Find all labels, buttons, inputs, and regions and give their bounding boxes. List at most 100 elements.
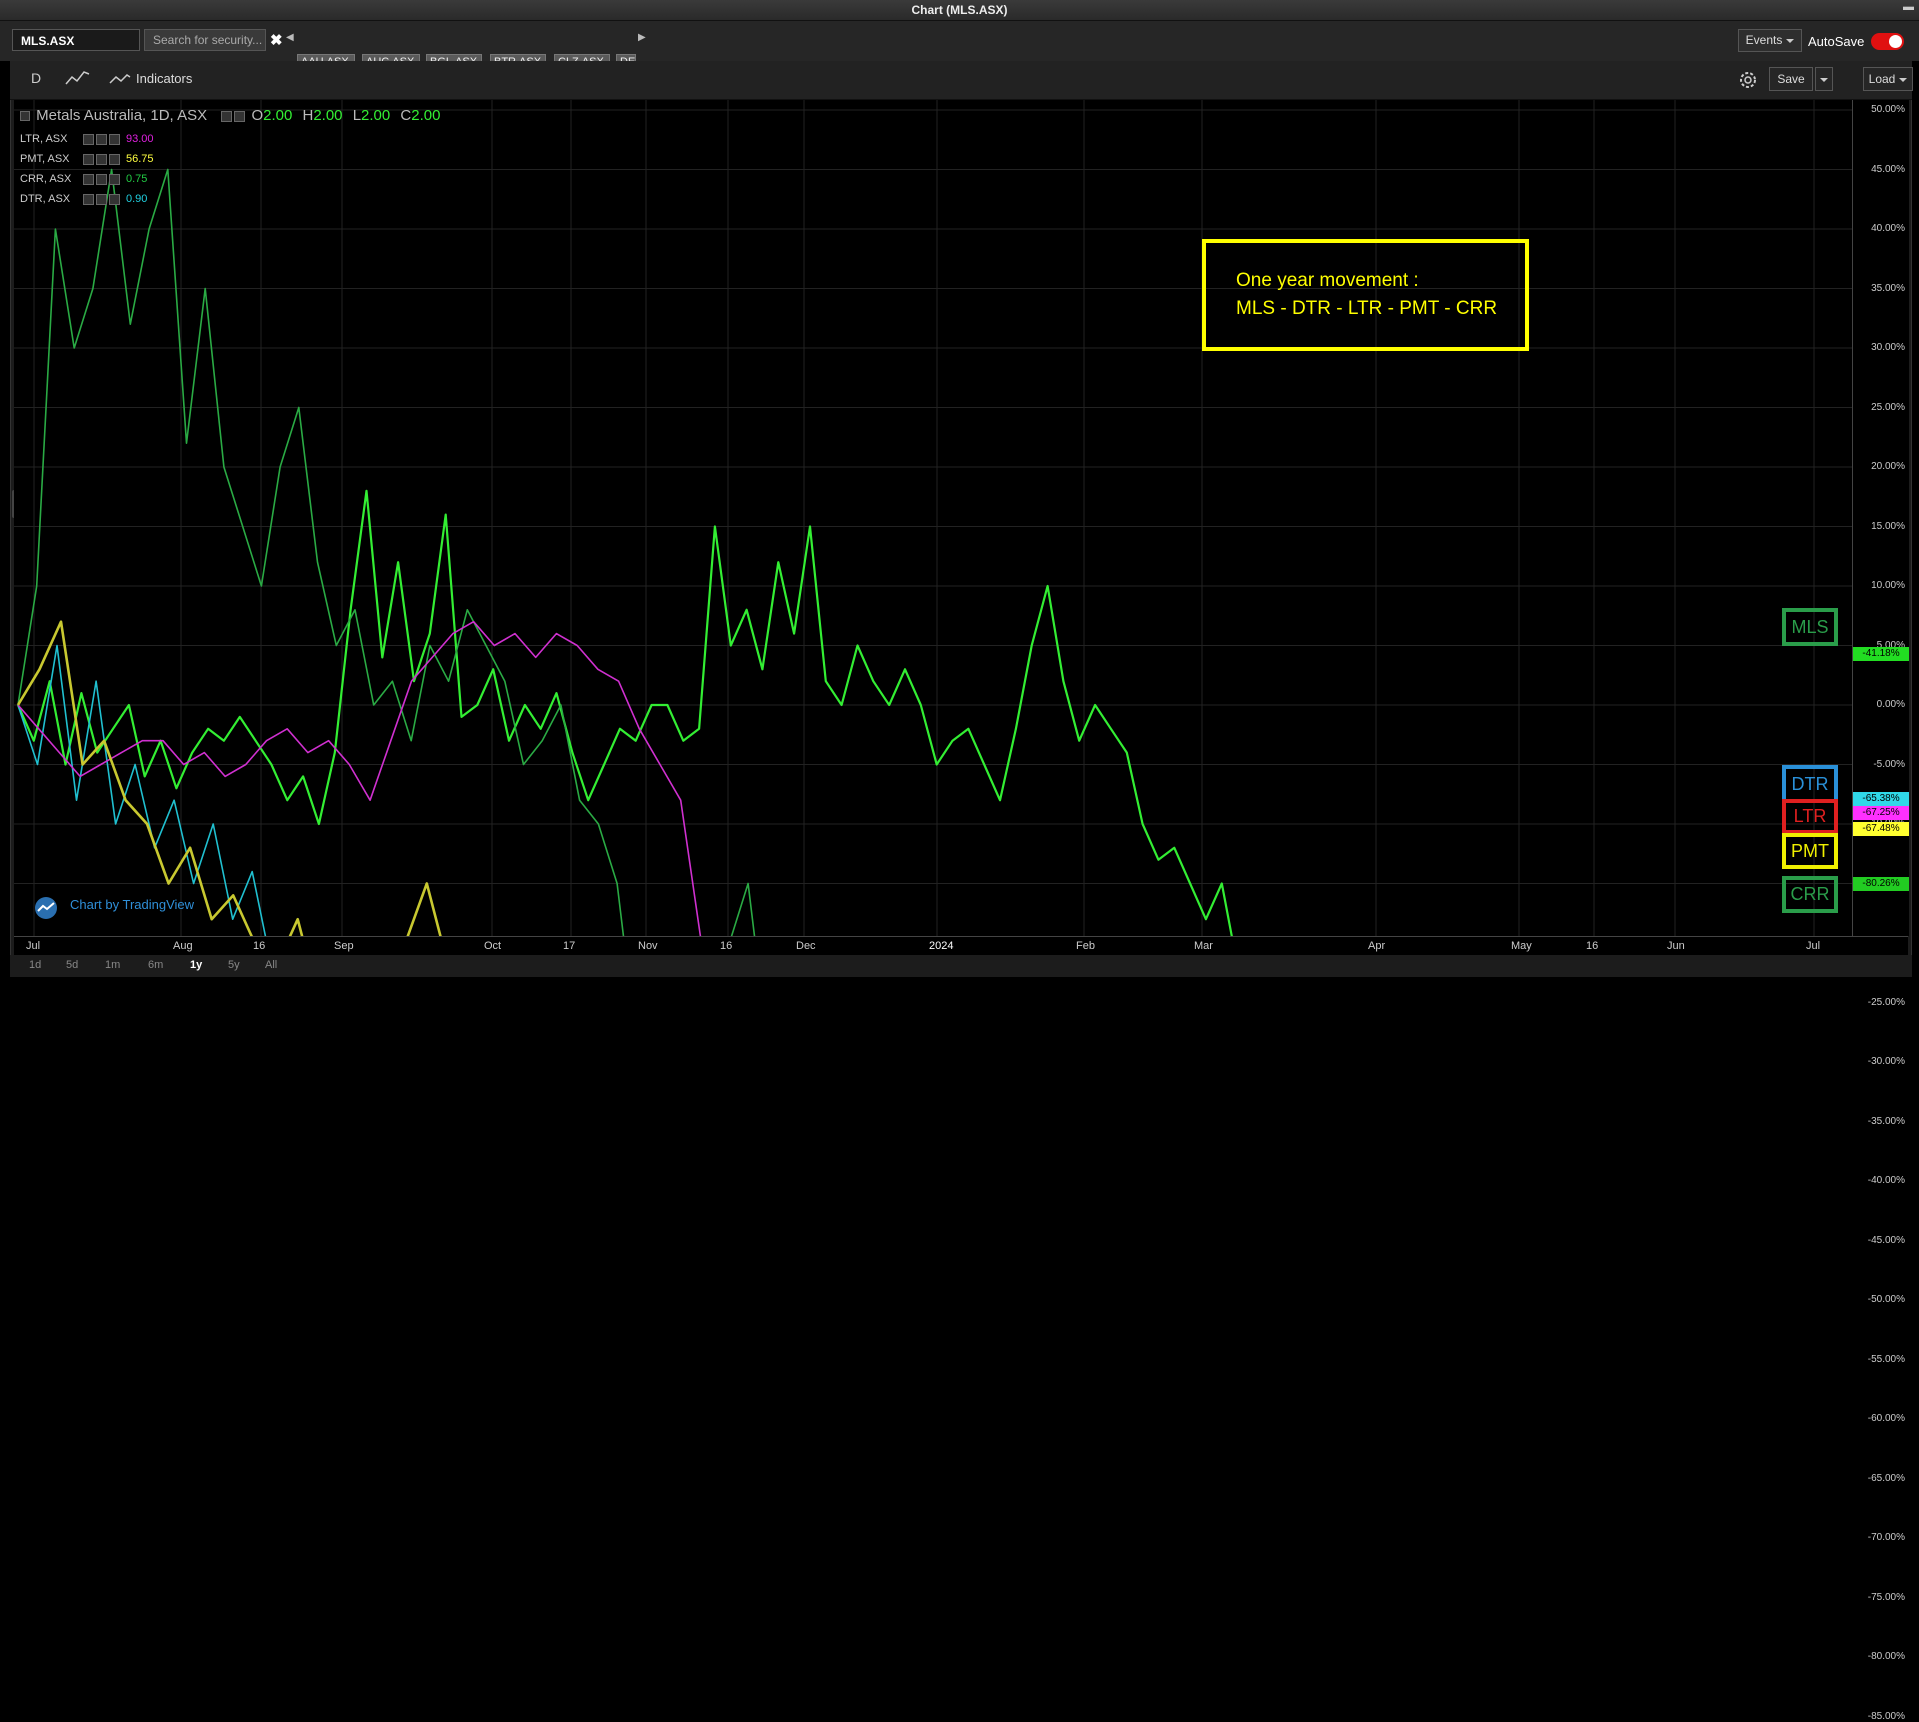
settings-icon[interactable] bbox=[96, 173, 107, 185]
close-icon[interactable] bbox=[109, 153, 120, 165]
indicators-button[interactable]: Indicators bbox=[136, 71, 192, 86]
load-button[interactable]: Load bbox=[1863, 67, 1913, 91]
x-tick-label: 16 bbox=[253, 940, 266, 952]
tradingview-logo-icon[interactable] bbox=[32, 896, 60, 920]
events-label: Events bbox=[1745, 33, 1783, 47]
settings-icon[interactable] bbox=[221, 110, 233, 122]
open-label: O bbox=[251, 107, 264, 124]
legend-row-value: 56.75 bbox=[126, 153, 154, 165]
collapse-icon[interactable] bbox=[20, 111, 30, 122]
y-tick-label: 30.00% bbox=[1871, 342, 1905, 353]
y-tick-label: -60.00% bbox=[1867, 1413, 1905, 1424]
y-tick-label: -85.00% bbox=[1867, 1710, 1905, 1722]
y-tick-label: -70.00% bbox=[1867, 1532, 1905, 1543]
save-button[interactable]: Save bbox=[1769, 67, 1813, 91]
y-tick-label: 50.00% bbox=[1871, 104, 1905, 115]
y-tick-label: 35.00% bbox=[1871, 282, 1905, 294]
range-button-1d[interactable]: 1d bbox=[29, 959, 41, 971]
autosave-toggle[interactable] bbox=[1871, 33, 1904, 50]
series-line-pmt[interactable] bbox=[16, 620, 1805, 1510]
ticker-tag-crr[interactable]: CRR bbox=[1782, 876, 1838, 913]
x-tick-label: Feb bbox=[1076, 940, 1095, 952]
save-dropdown[interactable] bbox=[1815, 67, 1833, 91]
range-button-5d[interactable]: 5d bbox=[66, 959, 78, 971]
settings-icon[interactable] bbox=[83, 153, 94, 165]
close-icon[interactable] bbox=[109, 193, 120, 205]
close-icon[interactable] bbox=[109, 173, 120, 185]
x-tick-label: Sep bbox=[334, 940, 354, 952]
chart-plot-area[interactable] bbox=[14, 100, 1852, 1717]
chart-toolbar: D Indicators Save Load bbox=[10, 61, 1913, 100]
x-tick-label: 2024 bbox=[929, 940, 954, 952]
chevron-down-icon bbox=[1899, 77, 1908, 82]
settings-icon[interactable] bbox=[83, 173, 94, 185]
ticker-tag-dtr[interactable]: DTR bbox=[1782, 765, 1838, 803]
search-input[interactable]: Search for security... bbox=[144, 29, 266, 51]
x-tick-label: Mar bbox=[1194, 940, 1213, 952]
clear-icon[interactable]: ✖ bbox=[270, 31, 283, 49]
price-label: -67.48% bbox=[1853, 822, 1909, 836]
range-button-1m[interactable]: 1m bbox=[105, 959, 120, 971]
indicators-icon[interactable] bbox=[108, 69, 132, 89]
symbol-bar: MLS.ASX Search for security... ✖ ◀ AAU.A… bbox=[0, 21, 1919, 69]
x-tick-label: Jul bbox=[1806, 940, 1821, 952]
range-button-5y[interactable]: 5y bbox=[228, 959, 240, 971]
chart-type-icon[interactable] bbox=[62, 67, 92, 89]
x-tick-label: Dec bbox=[796, 940, 816, 952]
tradingview-watermark[interactable]: Chart by TradingView bbox=[70, 897, 194, 912]
scroll-left-icon[interactable]: ◀ bbox=[286, 32, 294, 43]
y-tick-label: 25.00% bbox=[1871, 401, 1905, 413]
x-tick-label: 16 bbox=[720, 940, 733, 952]
settings-icon[interactable] bbox=[83, 133, 94, 145]
close-icon[interactable] bbox=[109, 133, 120, 145]
y-tick-label: 10.00% bbox=[1871, 580, 1905, 591]
range-button-1y[interactable]: 1y bbox=[190, 959, 202, 971]
time-axis[interactable]: Jul Aug 16 Sep Oct 17 Nov 16 Dec 2024 Feb Mar Apr May… bbox=[14, 936, 1908, 955]
window-title: Chart (MLS.ASX) bbox=[911, 3, 1008, 17]
series-line-mls[interactable] bbox=[16, 489, 1793, 1196]
legend-row-name: LTR, ASX bbox=[20, 133, 68, 145]
gear-icon[interactable] bbox=[1737, 69, 1759, 91]
legend-row: DTR, ASX 0.90 bbox=[20, 193, 147, 205]
interval-button[interactable]: D bbox=[31, 70, 41, 86]
price-label: -41.18% bbox=[1853, 647, 1909, 661]
legend-row-value: 0.75 bbox=[126, 173, 148, 185]
settings-icon[interactable] bbox=[96, 153, 107, 165]
range-button-6m[interactable]: 6m bbox=[148, 959, 163, 971]
events-dropdown[interactable]: Events bbox=[1738, 29, 1802, 52]
y-tick-label: 45.00% bbox=[1871, 163, 1905, 175]
range-selector: 1d 5d 1m 6m 1y 5y All bbox=[10, 955, 1912, 977]
settings-icon[interactable] bbox=[96, 133, 107, 145]
ticker-tag-mls[interactable]: MLS bbox=[1782, 608, 1838, 646]
y-tick-label: -30.00% bbox=[1867, 1056, 1905, 1067]
symbol-input[interactable]: MLS.ASX bbox=[12, 29, 140, 51]
legend-row: CRR, ASX 0.75 bbox=[20, 173, 147, 185]
minimize-icon[interactable]: ▬ bbox=[1903, 2, 1914, 13]
y-tick-label: -75.00% bbox=[1867, 1591, 1905, 1603]
close-label: C bbox=[400, 107, 412, 124]
close-value: 2.00 bbox=[411, 107, 441, 124]
x-tick-label: 16 bbox=[1586, 940, 1599, 952]
chart-svg bbox=[14, 100, 1852, 1717]
x-tick-label: Apr bbox=[1368, 940, 1386, 952]
annotation-box[interactable]: One year movement : MLS - DTR - LTR - PM… bbox=[1202, 239, 1529, 351]
high-label: H bbox=[302, 107, 314, 124]
scroll-right-icon[interactable]: ▶ bbox=[638, 32, 646, 43]
settings-icon[interactable] bbox=[96, 193, 107, 205]
series-line-ltr[interactable] bbox=[17, 620, 1800, 1506]
legend-row: LTR, ASX 93.00 bbox=[20, 133, 154, 145]
x-tick-label: Jul bbox=[26, 940, 41, 952]
ticker-tag-pmt[interactable]: PMT bbox=[1782, 833, 1838, 869]
range-button-all[interactable]: All bbox=[265, 959, 277, 971]
series-line-crr[interactable] bbox=[17, 168, 1835, 1661]
y-tick-label: -5.00% bbox=[1873, 758, 1905, 770]
load-label: Load bbox=[1868, 72, 1896, 86]
settings-icon[interactable] bbox=[83, 193, 94, 205]
y-tick-label: -45.00% bbox=[1867, 1234, 1905, 1246]
series-line-dtr[interactable] bbox=[17, 644, 1795, 1484]
legend-row-value: 0.90 bbox=[126, 193, 148, 205]
y-tick-label: 20.00% bbox=[1871, 461, 1905, 472]
ticker-tag-ltr[interactable]: LTR bbox=[1782, 799, 1838, 834]
close-icon[interactable] bbox=[234, 110, 246, 122]
y-tick-label: 0.00% bbox=[1876, 699, 1905, 710]
